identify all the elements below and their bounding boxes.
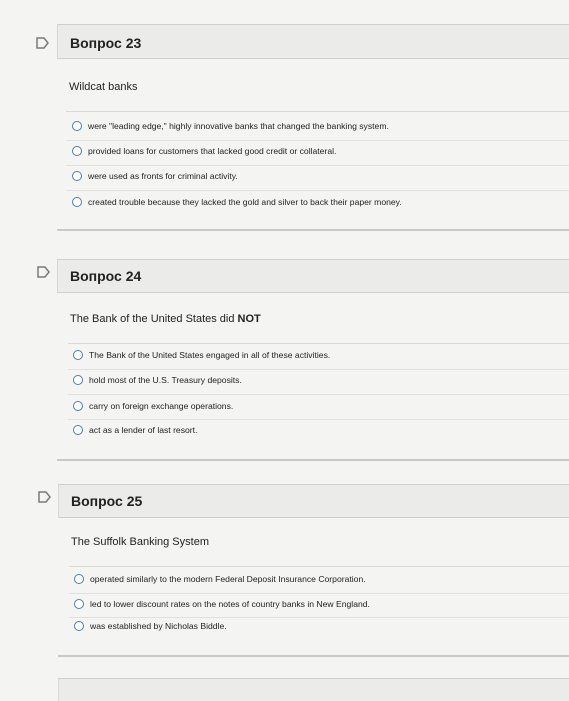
next-question-header [58,678,569,701]
divider [58,655,569,657]
option-radio[interactable]: were used as fronts for criminal activit… [72,164,238,188]
flag-icon[interactable] [36,37,50,49]
radio-button[interactable] [72,121,82,131]
radio-button[interactable] [74,599,84,609]
radio-button[interactable] [74,621,84,631]
question-title: Вопрос 23 [70,35,142,51]
radio-button[interactable] [73,425,83,435]
option-label: led to lower discount rates on the notes… [90,599,370,609]
option-label: operated similarly to the modern Federal… [90,574,366,584]
option-radio[interactable]: act as a lender of last resort. [73,418,197,442]
flag-icon[interactable] [37,266,51,278]
question-title: Вопрос 25 [71,493,143,509]
divider [57,229,569,231]
option-radio[interactable]: was established by Nicholas Biddle. [74,614,227,638]
prompt-text: The Bank of the United States did [70,313,238,325]
option-label: were "leading edge," highly innovative b… [88,121,389,131]
radio-button[interactable] [73,350,83,360]
question-header: Вопрос 24 [57,259,569,293]
radio-button[interactable] [72,197,82,207]
radio-button[interactable] [72,146,82,156]
radio-button[interactable] [72,171,82,181]
option-label: provided loans for customers that lacked… [88,146,337,156]
question-title: Вопрос 24 [70,268,142,284]
radio-button[interactable] [74,574,84,584]
option-radio[interactable]: The Bank of the United States engaged in… [73,343,330,367]
radio-button[interactable] [73,401,83,411]
option-label: hold most of the U.S. Treasury deposits. [89,375,242,385]
divider [66,111,569,112]
option-radio[interactable]: provided loans for customers that lacked… [72,139,336,163]
option-label: act as a lender of last resort. [89,425,198,435]
option-radio[interactable]: operated similarly to the modern Federal… [74,567,366,591]
prompt-emphasis: NOT [237,313,261,325]
flag-icon[interactable] [38,491,52,503]
question-prompt: The Bank of the United States did NOT [70,313,261,325]
option-radio[interactable]: led to lower discount rates on the notes… [74,592,370,616]
divider [57,459,569,461]
option-radio[interactable]: hold most of the U.S. Treasury deposits. [73,368,242,392]
option-radio[interactable]: were "leading edge," highly innovative b… [72,114,389,138]
question-header: Вопрос 25 [58,484,569,518]
option-label: carry on foreign exchange operations. [89,401,234,411]
question-prompt: The Suffolk Banking System [71,536,209,548]
question-prompt: Wildcat banks [69,81,138,93]
question-header: Вопрос 23 [57,24,569,59]
option-radio[interactable]: created trouble because they lacked the … [72,190,402,214]
option-label: was established by Nicholas Biddle. [90,621,227,631]
radio-button[interactable] [73,375,83,385]
option-label: were used as fronts for criminal activit… [88,171,238,181]
option-label: The Bank of the United States engaged in… [89,350,331,360]
option-label: created trouble because they lacked the … [88,197,402,207]
option-radio[interactable]: carry on foreign exchange operations. [73,394,233,418]
